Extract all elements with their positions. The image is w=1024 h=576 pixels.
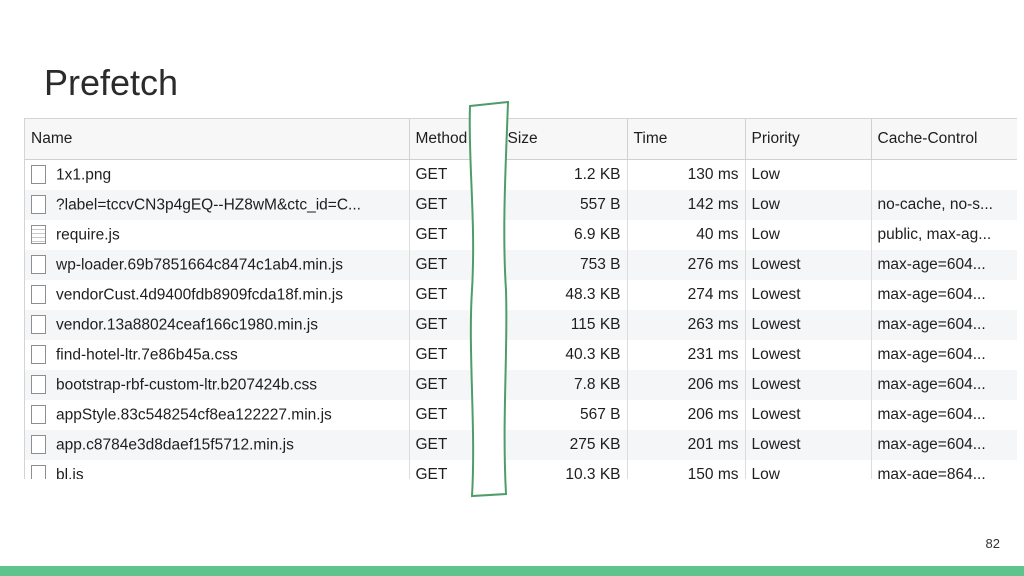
cell-priority: Lowest: [745, 340, 872, 370]
cell-cache-control: max-age=604...: [871, 430, 1017, 460]
cell-size: 275 KB: [501, 430, 628, 460]
request-name: 1x1.png: [56, 166, 112, 183]
table-row[interactable]: vendorCust.4d9400fdb8909fcda18f.min.js GE…: [25, 280, 1017, 310]
request-name: vendor.13a88024ceaf166c1980.min.js: [56, 316, 318, 333]
request-name: ?label=tccvCN3p4gEQ--HZ8wM&ctc_id=C...: [56, 196, 361, 213]
request-name: appStyle.83c548254cf8ea122227.min.js: [56, 406, 332, 423]
cell-time: 201 ms: [627, 430, 746, 460]
cell-name[interactable]: bl.js: [25, 460, 410, 479]
cell-name[interactable]: vendorCust.4d9400fdb8909fcda18f.min.js: [25, 280, 410, 310]
cell-size: 7.8 KB: [501, 370, 628, 400]
script-file-icon: [31, 224, 46, 244]
request-name: bl.js: [56, 466, 84, 479]
cell-size: 48.3 KB: [501, 280, 628, 310]
cell-cache-control: max-age=604...: [871, 340, 1017, 370]
cell-cache-control: public, max-ag...: [871, 220, 1017, 250]
table-row[interactable]: appStyle.83c548254cf8ea122227.min.js GET 5…: [25, 400, 1017, 430]
cell-cache-control: [871, 159, 1017, 190]
table-row[interactable]: app.c8784e3d8daef15f5712.min.js GET 275 KB…: [25, 430, 1017, 460]
cell-name[interactable]: ?label=tccvCN3p4gEQ--HZ8wM&ctc_id=C...: [25, 190, 410, 220]
cell-priority: Low: [745, 220, 872, 250]
cell-cache-control: max-age=604...: [871, 310, 1017, 340]
cell-cache-control: max-age=604...: [871, 370, 1017, 400]
cell-time: 142 ms: [627, 190, 746, 220]
request-name: vendorCust.4d9400fdb8909fcda18f.min.js: [56, 286, 343, 303]
cell-time: 274 ms: [627, 280, 746, 310]
cell-priority: Lowest: [745, 250, 872, 280]
request-name: require.js: [56, 226, 120, 243]
column-header-time[interactable]: Time: [627, 119, 746, 160]
cell-cache-control: max-age=604...: [871, 400, 1017, 430]
cell-cache-control: max-age=604...: [871, 250, 1017, 280]
cell-cache-control: max-age=604...: [871, 280, 1017, 310]
table-row[interactable]: require.js GET 6.9 KB 40 ms Low public, max-a…: [25, 220, 1017, 250]
footer-accent-bar: [0, 566, 1024, 576]
cell-priority: Lowest: [745, 430, 872, 460]
cell-name[interactable]: app.c8784e3d8daef15f5712.min.js: [25, 430, 410, 460]
cell-priority: Low: [745, 190, 872, 220]
cell-size: 557 B: [501, 190, 628, 220]
cell-time: 40 ms: [627, 220, 746, 250]
column-header-name[interactable]: Name: [25, 119, 410, 160]
cell-cache-control: max-age=864...: [871, 460, 1017, 479]
cell-size: 115 KB: [501, 310, 628, 340]
table-row[interactable]: wp-loader.69b7851664c8474c1ab4.min.js GET…: [25, 250, 1017, 280]
file-icon: [31, 464, 46, 479]
cell-time: 263 ms: [627, 310, 746, 340]
cell-size: 1.2 KB: [501, 159, 628, 190]
cell-name[interactable]: vendor.13a88024ceaf166c1980.min.js: [25, 310, 410, 340]
network-requests-table: Name Method Size Time Priority Cache-Con…: [24, 118, 1017, 479]
cell-name[interactable]: wp-loader.69b7851664c8474c1ab4.min.js: [25, 250, 410, 280]
table-row[interactable]: ?label=tccvCN3p4gEQ--HZ8wM&ctc_id=C... GE…: [25, 190, 1017, 220]
column-header-size[interactable]: Size: [501, 119, 628, 160]
cell-priority: Lowest: [745, 280, 872, 310]
file-icon: [31, 254, 46, 274]
cell-time: 150 ms: [627, 460, 746, 479]
cell-priority: Lowest: [745, 310, 872, 340]
cell-size: 40.3 KB: [501, 340, 628, 370]
page-number: 82: [985, 536, 1000, 551]
file-icon: [31, 374, 46, 394]
cell-name[interactable]: appStyle.83c548254cf8ea122227.min.js: [25, 400, 410, 430]
cell-priority: Low: [745, 159, 872, 190]
torn-page-cut: [468, 100, 510, 498]
cell-time: 206 ms: [627, 400, 746, 430]
cell-priority: Low: [745, 460, 872, 479]
cell-size: 753 B: [501, 250, 628, 280]
file-icon: [31, 284, 46, 304]
cell-time: 276 ms: [627, 250, 746, 280]
request-name: bootstrap-rbf-custom-ltr.b207424b.css: [56, 376, 318, 393]
cell-priority: Lowest: [745, 400, 872, 430]
cell-size: 10.3 KB: [501, 460, 628, 479]
file-icon: [31, 404, 46, 424]
column-header-priority[interactable]: Priority: [745, 119, 872, 160]
cell-name[interactable]: 1x1.png: [25, 159, 410, 190]
cell-size: 6.9 KB: [501, 220, 628, 250]
table-row[interactable]: vendor.13a88024ceaf166c1980.min.js GET 115…: [25, 310, 1017, 340]
file-icon: [31, 164, 46, 184]
request-name: app.c8784e3d8daef15f5712.min.js: [56, 436, 294, 453]
cell-size: 567 B: [501, 400, 628, 430]
table-row[interactable]: bootstrap-rbf-custom-ltr.b207424b.css GET…: [25, 370, 1017, 400]
cell-time: 231 ms: [627, 340, 746, 370]
cell-time: 206 ms: [627, 370, 746, 400]
cell-name[interactable]: find-hotel-ltr.7e86b45a.css: [25, 340, 410, 370]
table-row[interactable]: 1x1.png GET 1.2 KB 130 ms Low: [25, 159, 1017, 190]
file-icon: [31, 314, 46, 334]
slide-title: Prefetch: [44, 62, 179, 103]
file-icon: [31, 194, 46, 214]
cell-time: 130 ms: [627, 159, 746, 190]
file-icon: [31, 434, 46, 454]
cell-cache-control: no-cache, no-s...: [871, 190, 1017, 220]
cell-name[interactable]: bootstrap-rbf-custom-ltr.b207424b.css: [25, 370, 410, 400]
file-icon: [31, 344, 46, 364]
request-name: wp-loader.69b7851664c8474c1ab4.min.js: [56, 256, 343, 273]
cell-priority: Lowest: [745, 370, 872, 400]
table-row[interactable]: bl.js GET 10.3 KB 150 ms Low max-age=864...: [25, 460, 1017, 479]
cell-name[interactable]: require.js: [25, 220, 410, 250]
table-header-row: Name Method Size Time Priority Cache-Con…: [25, 119, 1017, 160]
column-header-cache-control[interactable]: Cache-Control: [871, 119, 1017, 160]
request-name: find-hotel-ltr.7e86b45a.css: [56, 346, 238, 363]
table-row[interactable]: find-hotel-ltr.7e86b45a.css GET 40.3 KB 231…: [25, 340, 1017, 370]
